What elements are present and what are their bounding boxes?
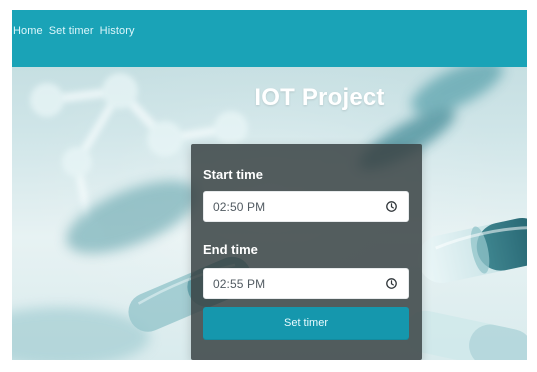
nav-home-link[interactable]: Home [13, 25, 43, 37]
set-timer-button[interactable]: Set timer [203, 307, 409, 340]
hero-section: IOT Project Start time 02:50 PM End time… [12, 67, 527, 360]
app-screen: Home Set timer History IOT Project Start… [12, 10, 527, 360]
start-time-label: Start time [203, 167, 263, 182]
top-navigation-bar: Home Set timer History [12, 10, 527, 67]
end-time-value: 02:55 PM [213, 276, 266, 291]
nav-set-timer-link[interactable]: Set timer [49, 25, 94, 37]
timer-form-card: Start time 02:50 PM End time 02:55 PM Se… [191, 144, 422, 360]
page-title: IOT Project [254, 84, 385, 111]
end-time-input[interactable]: 02:55 PM [203, 268, 409, 299]
nav-history-link[interactable]: History [100, 25, 135, 37]
start-time-value: 02:50 PM [213, 199, 266, 214]
end-time-label: End time [203, 242, 258, 257]
clock-icon[interactable] [385, 277, 398, 290]
clock-icon[interactable] [385, 200, 398, 213]
start-time-input[interactable]: 02:50 PM [203, 191, 409, 222]
